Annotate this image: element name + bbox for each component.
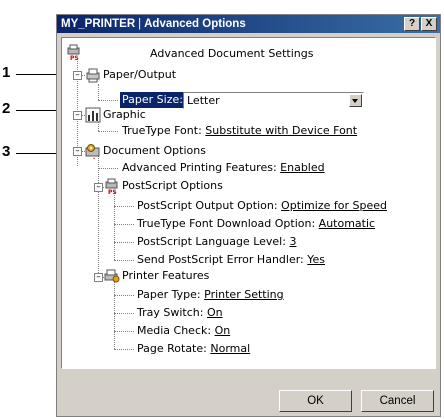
truetype-font-value[interactable]: Substitute with Device Font <box>205 124 357 137</box>
tree-item-document-options[interactable]: Document Options <box>103 143 206 159</box>
ps-error-handler-value[interactable]: Yes <box>307 253 325 266</box>
tree-item-paper-output[interactable]: Paper/Output <box>103 67 176 83</box>
tree-item-printer-features[interactable]: Printer Features <box>122 268 209 284</box>
ps-output-option-setting[interactable]: PostScript Output Option: Optimize for S… <box>137 198 387 214</box>
tray-switch-label: Tray Switch: <box>137 306 204 319</box>
title-printer-name: MY_PRINTER <box>61 18 136 30</box>
tree-connector <box>98 131 118 132</box>
svg-text:PS: PS <box>70 55 79 60</box>
callout-3: 3 <box>0 143 64 160</box>
svg-text:.: . <box>93 154 95 159</box>
truetype-download-value[interactable]: Automatic <box>319 217 375 230</box>
collapse-toggle[interactable]: – <box>94 183 103 192</box>
paper-type-label: Paper Type: <box>137 288 201 301</box>
callout-number: 1 <box>2 64 11 81</box>
paper-type-setting[interactable]: Paper Type: Printer Setting <box>137 287 284 303</box>
collapse-toggle[interactable]: – <box>94 273 103 282</box>
paper-output-icon <box>86 68 100 83</box>
tree-connector <box>98 168 118 169</box>
tree-item-graphic[interactable]: Graphic <box>103 107 146 123</box>
tree-connector <box>114 331 134 332</box>
printer-features-icon <box>104 269 120 283</box>
tree-connector <box>114 206 134 207</box>
collapse-toggle[interactable]: – <box>73 111 82 120</box>
settings-tree[interactable]: PS Advanced Document Settings – Paper/Ou… <box>61 37 436 369</box>
tree-connector <box>114 242 134 243</box>
tree-connector <box>114 224 134 225</box>
collapse-toggle[interactable]: – <box>73 147 82 156</box>
media-check-setting[interactable]: Media Check: On <box>137 323 230 339</box>
callout-1: 1 <box>0 64 64 81</box>
tray-switch-setting[interactable]: Tray Switch: On <box>137 305 223 321</box>
ok-button[interactable]: OK <box>279 390 352 412</box>
title-section: Advanced Options <box>144 18 246 30</box>
ps-language-level-setting[interactable]: PostScript Language Level: 3 <box>137 234 296 250</box>
cancel-button[interactable]: Cancel <box>361 390 434 412</box>
tray-switch-value[interactable]: On <box>207 306 223 319</box>
ps-printer-icon: PS <box>67 44 80 60</box>
ps-error-handler-label: Send PostScript Error Handler: <box>137 253 304 266</box>
media-check-label: Media Check: <box>137 324 212 337</box>
ps-language-level-label: PostScript Language Level: <box>137 235 286 248</box>
paper-type-value[interactable]: Printer Setting <box>204 288 283 301</box>
advanced-printing-setting[interactable]: Advanced Printing Features: Enabled <box>122 160 325 176</box>
ps-output-option-label: PostScript Output Option: <box>137 199 278 212</box>
truetype-font-label: TrueType Font: <box>122 124 202 137</box>
ps-error-handler-setting[interactable]: Send PostScript Error Handler: Yes <box>137 252 325 268</box>
tree-connector <box>114 192 115 260</box>
help-button[interactable]: ? <box>404 17 420 31</box>
tree-connector <box>114 349 134 350</box>
paper-size-select[interactable]: Letter <box>183 92 364 109</box>
truetype-download-setting[interactable]: TrueType Font Download Option: Automatic <box>137 216 375 232</box>
tree-connector <box>114 281 115 349</box>
close-button[interactable]: X <box>421 17 437 31</box>
title-separator: | <box>138 18 142 30</box>
page-rotate-label: Page Rotate: <box>137 342 207 355</box>
callout-number: 3 <box>2 143 11 160</box>
tree-connector <box>98 100 118 101</box>
advanced-options-dialog: MY_PRINTER | Advanced Options ? X PS Advan… <box>56 14 441 417</box>
ps-output-option-value[interactable]: Optimize for Speed <box>281 199 387 212</box>
paper-size-label[interactable]: Paper Size: <box>120 92 185 108</box>
collapse-toggle[interactable]: – <box>73 71 82 80</box>
tree-connector <box>114 313 134 314</box>
tree-connector <box>98 84 99 100</box>
advanced-printing-value[interactable]: Enabled <box>280 161 324 174</box>
document-options-icon: . <box>85 144 100 159</box>
advanced-printing-label: Advanced Printing Features: <box>122 161 277 174</box>
tree-connector <box>114 260 134 261</box>
tree-root-label: Advanced Document Settings <box>150 47 314 60</box>
svg-text:PS: PS <box>108 189 117 194</box>
title-bar[interactable]: MY_PRINTER | Advanced Options ? X <box>57 15 440 33</box>
callout-2: 2 <box>0 100 64 117</box>
tree-connector <box>114 295 134 296</box>
paper-size-value: Letter <box>187 94 220 107</box>
ps-printer-icon: PS <box>105 178 118 194</box>
truetype-font-setting[interactable]: TrueType Font: Substitute with Device Fo… <box>122 123 357 139</box>
graphic-chart-icon <box>85 107 101 123</box>
tree-item-postscript-options[interactable]: PostScript Options <box>122 178 223 194</box>
truetype-download-label: TrueType Font Download Option: <box>137 217 316 230</box>
page-rotate-setting[interactable]: Page Rotate: Normal <box>137 341 250 357</box>
ps-language-level-value[interactable]: 3 <box>289 235 296 248</box>
page-rotate-value[interactable]: Normal <box>210 342 250 355</box>
callout-number: 2 <box>2 100 11 117</box>
chevron-down-icon[interactable] <box>349 94 362 107</box>
tree-connector <box>98 156 99 281</box>
media-check-value[interactable]: On <box>215 324 231 337</box>
